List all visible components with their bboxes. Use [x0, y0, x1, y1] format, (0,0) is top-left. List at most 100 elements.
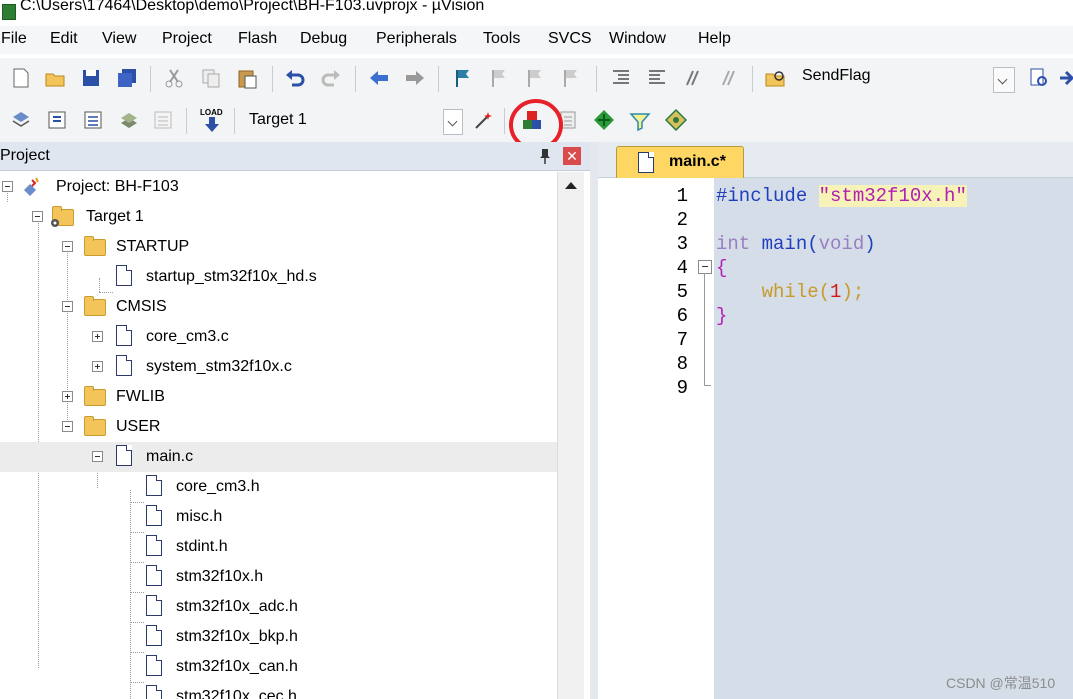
menu-help[interactable]: Help — [698, 30, 731, 48]
collapse-icon[interactable] — [62, 241, 73, 252]
pin-icon[interactable] — [538, 148, 552, 164]
tree-node-label: Target 1 — [86, 208, 144, 225]
find-combo-text[interactable]: SendFlag — [802, 67, 871, 85]
paste-icon[interactable] — [236, 67, 258, 89]
menu-project[interactable]: Project — [162, 30, 212, 48]
find-combo-dropdown[interactable] — [993, 67, 1015, 93]
menu-tools[interactable]: Tools — [483, 30, 520, 48]
pack-installer-icon[interactable] — [593, 109, 615, 131]
menu-flash-label: Flash — [238, 30, 278, 47]
tree-node-include[interactable]: stm32f10x_adc.h — [0, 592, 557, 622]
translate-icon[interactable] — [10, 109, 32, 131]
tree-node-label: CMSIS — [116, 298, 167, 315]
menu-peripherals[interactable]: Peripherals — [376, 30, 457, 48]
next-bookmark-icon[interactable] — [524, 67, 546, 89]
collapse-icon[interactable] — [62, 421, 73, 432]
undo-icon[interactable] — [284, 67, 306, 89]
menu-file[interactable]: File — [1, 30, 27, 48]
number-literal: 1 — [830, 281, 842, 303]
menu-edit[interactable]: Edit — [50, 30, 78, 48]
tree-node-include[interactable]: stm32f10x_can.h — [0, 652, 557, 682]
open-folder-icon[interactable] — [44, 67, 66, 89]
tree-node-include[interactable]: misc.h — [0, 502, 557, 532]
tree-node-include[interactable]: stm32f10x.h — [0, 562, 557, 592]
close-icon[interactable]: ✕ — [563, 147, 581, 165]
tree-node-group-user[interactable]: USER — [0, 412, 557, 442]
uncomment-icon[interactable] — [718, 67, 740, 89]
menu-flash[interactable]: Flash — [238, 30, 277, 48]
menu-peripherals-label: Peripherals — [376, 30, 457, 47]
expand-icon[interactable] — [62, 391, 73, 402]
device-database-icon[interactable] — [665, 109, 687, 131]
expand-icon[interactable] — [92, 331, 103, 342]
tree-node-file[interactable]: core_cm3.c — [0, 322, 557, 352]
tree-node-group-fwlib[interactable]: FWLIB — [0, 382, 557, 412]
toolbar-overflow-icon[interactable] — [1058, 67, 1073, 89]
bookmark-icon[interactable] — [452, 67, 474, 89]
rebuild-icon[interactable] — [82, 109, 104, 131]
target-options-wand-icon[interactable] — [473, 109, 495, 131]
tree-node-group-startup[interactable]: STARTUP — [0, 232, 557, 262]
run-time-environment-icon[interactable] — [629, 109, 651, 131]
indent-icon[interactable] — [610, 67, 632, 89]
panel-splitter[interactable] — [590, 142, 598, 699]
comment-icon[interactable] — [682, 67, 704, 89]
paren: ( — [818, 281, 831, 303]
file-icon — [116, 355, 132, 376]
build-icon[interactable] — [46, 109, 68, 131]
load-icon-label: LOAD — [200, 108, 223, 117]
menu-svcs[interactable]: SVCS — [548, 30, 592, 48]
tree-node-file-selected[interactable]: main.c — [0, 442, 557, 472]
save-icon[interactable] — [80, 67, 102, 89]
menu-window-label: Window — [609, 30, 666, 47]
incremental-find-icon[interactable] — [1028, 67, 1050, 89]
tree-node-include[interactable]: stm32f10x_cec.h — [0, 682, 557, 699]
file-icon — [146, 655, 162, 676]
tree-node-group-cmsis[interactable]: CMSIS — [0, 292, 557, 322]
copy-icon[interactable] — [200, 67, 222, 89]
expand-icon[interactable] — [92, 361, 103, 372]
tree-node-label: stm32f10x_cec.h — [176, 688, 297, 699]
code-area[interactable] — [714, 178, 1073, 699]
tree-node-include[interactable]: stdint.h — [0, 532, 557, 562]
tree-node-project[interactable]: Project: BH-F103 — [0, 172, 557, 202]
menu-view[interactable]: View — [102, 30, 136, 48]
tree-node-file[interactable]: system_stm32f10x.c — [0, 352, 557, 382]
collapse-icon[interactable] — [2, 181, 13, 192]
clear-bookmarks-icon[interactable] — [560, 67, 582, 89]
menu-debug[interactable]: Debug — [300, 30, 347, 48]
tree-node-include[interactable]: stm32f10x_bkp.h — [0, 622, 557, 652]
find-in-files-icon[interactable] — [764, 67, 786, 89]
tree-node-label: stdint.h — [176, 538, 228, 555]
batch-build-icon[interactable] — [118, 109, 140, 131]
navigate-back-icon[interactable] — [368, 67, 390, 89]
redo-icon[interactable] — [320, 67, 342, 89]
toolbar-separator — [438, 66, 439, 92]
collapse-icon[interactable] — [92, 451, 103, 462]
stop-build-icon[interactable] — [152, 109, 174, 131]
new-file-icon[interactable] — [10, 67, 32, 89]
tree-node-file[interactable]: startup_stm32f10x_hd.s — [0, 262, 557, 292]
tree-node-target[interactable]: Target 1 — [0, 202, 557, 232]
save-all-icon[interactable] — [116, 67, 138, 89]
menu-window[interactable]: Window — [609, 30, 666, 48]
menu-help-label: Help — [698, 30, 731, 47]
navigate-forward-icon[interactable] — [404, 67, 426, 89]
tree-scrollbar[interactable] — [557, 172, 584, 699]
target-select[interactable]: Target 1 — [240, 108, 464, 135]
scroll-up-icon[interactable] — [558, 176, 584, 196]
unindent-icon[interactable] — [646, 67, 668, 89]
tab-main-c[interactable]: main.c* — [616, 146, 744, 178]
collapse-icon[interactable] — [62, 301, 73, 312]
line-number: 9 — [676, 377, 688, 399]
fold-collapse-icon[interactable] — [698, 260, 712, 274]
file-icon — [638, 152, 654, 173]
project-tree[interactable]: Project: BH-F103 Target 1 STARTUP startu… — [0, 172, 557, 699]
paren: ) — [864, 233, 876, 255]
collapse-icon[interactable] — [32, 211, 43, 222]
cut-icon[interactable] — [163, 67, 185, 89]
file-icon — [116, 445, 132, 466]
download-load-icon[interactable]: LOAD — [200, 108, 224, 134]
previous-bookmark-icon[interactable] — [488, 67, 510, 89]
tree-node-include[interactable]: core_cm3.h — [0, 472, 557, 502]
